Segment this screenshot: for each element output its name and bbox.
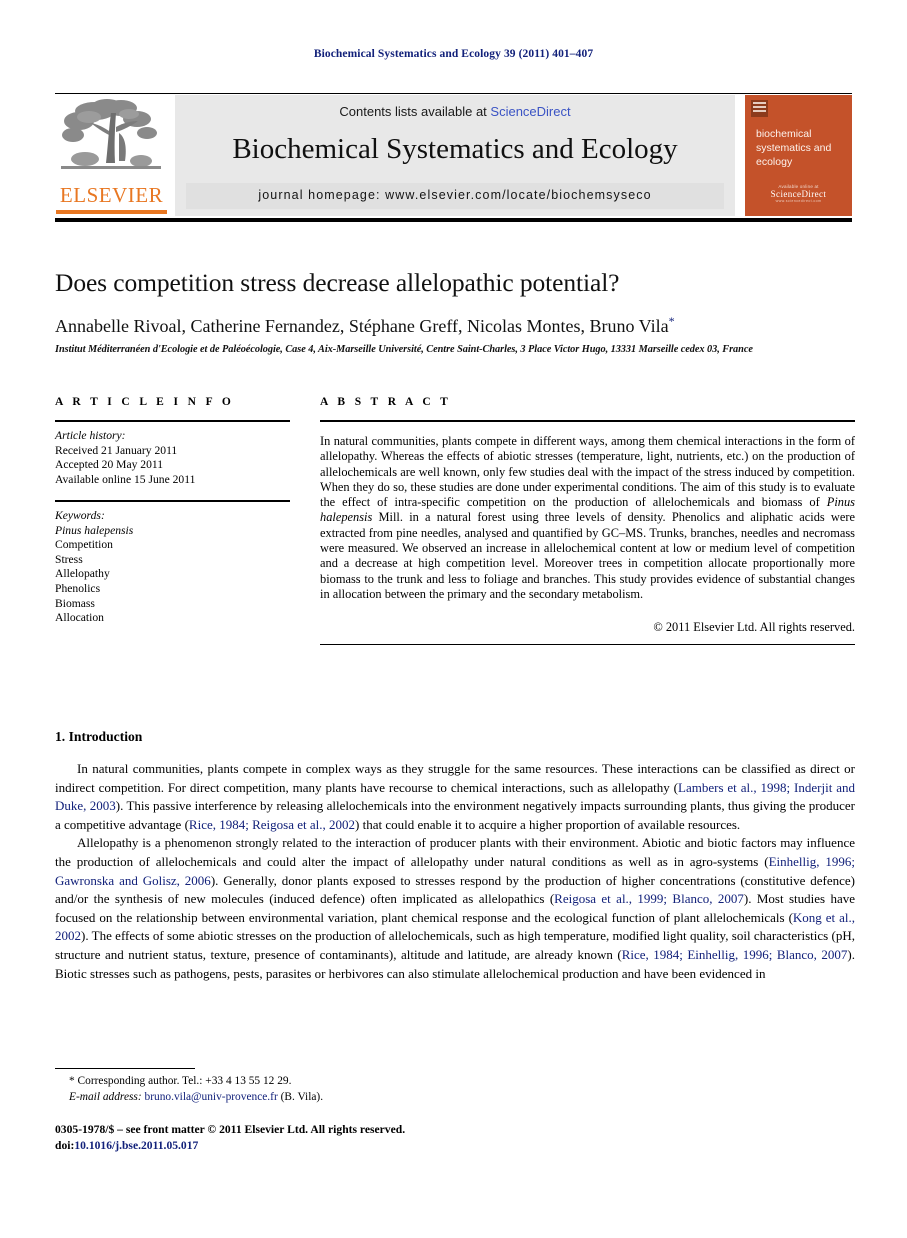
paragraph: In natural communities, plants compete i… — [55, 760, 855, 834]
abstract-part-2: Mill. in a natural forest using three le… — [320, 510, 855, 601]
introduction-body: In natural communities, plants compete i… — [55, 760, 855, 983]
abstract-bottom-rule — [320, 644, 855, 645]
article-info-heading: A R T I C L E I N F O — [55, 396, 235, 408]
email-link[interactable]: bruno.vila@univ-provence.fr — [145, 1091, 278, 1103]
contents-lists-line: Contents lists available at ScienceDirec… — [175, 104, 735, 119]
author-names: Annabelle Rivoal, Catherine Fernandez, S… — [55, 316, 669, 336]
masthead-bottom-rule — [55, 218, 852, 222]
cover-footer-sciencedirect: ScienceDirect — [770, 189, 827, 199]
para2-text-a: Allelopathy is a phenomenon strongly rel… — [55, 835, 855, 869]
corresponding-author-marker: * — [668, 314, 675, 328]
contents-prefix: Contents lists available at — [339, 104, 491, 119]
journal-masthead: ELSEVIER Contents lists available at Sci… — [55, 93, 852, 222]
info-abstract-block: A R T I C L E I N F O Article history: R… — [55, 396, 855, 686]
sciencedirect-link[interactable]: ScienceDirect — [490, 104, 570, 119]
keyword-item: Allelopathy — [55, 567, 110, 581]
abstract-rule — [320, 420, 855, 422]
para1-text-c: ) that could enable it to acquire a high… — [355, 816, 741, 832]
journal-band: Contents lists available at ScienceDirec… — [175, 95, 735, 216]
footnote-rule — [55, 1068, 195, 1069]
cover-footer-url: www.sciencedirect.com — [775, 199, 822, 203]
abstract-part-1: In natural communities, plants compete i… — [320, 434, 855, 510]
issn-front-matter: 0305-1978/$ – see front matter © 2011 El… — [55, 1123, 406, 1136]
doi-label: doi: — [55, 1138, 75, 1152]
keyword-item: Competition — [55, 538, 113, 552]
elsevier-tree-icon — [61, 99, 161, 169]
citation-link[interactable]: Rice, 1984; Einhellig, 1996; Blanco, 200… — [622, 947, 848, 962]
keywords-label: Keywords: — [55, 509, 105, 522]
email-note: E-mail address: bruno.vila@univ-provence… — [55, 1090, 475, 1106]
journal-cover-thumbnail: biochemical systematics and ecology Avai… — [745, 95, 852, 216]
keywords-rule — [55, 500, 290, 502]
article-history: Article history: Received 21 January 201… — [55, 429, 290, 487]
elsevier-logo: ELSEVIER — [55, 95, 168, 215]
masthead-top-rule — [55, 93, 852, 94]
history-accepted: Accepted 20 May 2011 — [55, 458, 164, 472]
elsevier-wordmark: ELSEVIER — [59, 183, 164, 207]
abstract-heading: A B S T R A C T — [320, 396, 452, 408]
abstract-body: In natural communities, plants compete i… — [320, 434, 855, 602]
keyword-item: Pinus halepensis — [55, 523, 134, 537]
elsevier-underbar — [56, 210, 167, 214]
doi-line: doi:10.1016/j.bse.2011.05.017 — [55, 1138, 555, 1154]
affiliation: Institut Méditerranéen d'Ecologie et de … — [55, 344, 753, 355]
footnote-block: * Corresponding author. Tel.: +33 4 13 5… — [55, 1074, 475, 1105]
corresponding-author-note: * Corresponding author. Tel.: +33 4 13 5… — [69, 1075, 292, 1087]
citation-link[interactable]: Reigosa et al., 1999; Blanco, 2007 — [554, 891, 744, 906]
imprint-block: 0305-1978/$ – see front matter © 2011 El… — [55, 1122, 555, 1153]
citation-link[interactable]: Rice, 1984; Reigosa et al., 2002 — [189, 817, 355, 832]
running-head: Biochemical Systematics and Ecology 39 (… — [313, 48, 594, 60]
keyword-item: Stress — [55, 552, 83, 566]
journal-homepage-link[interactable]: journal homepage: www.elsevier.com/locat… — [175, 188, 735, 202]
article-first-page: Biochemical Systematics and Ecology 39 (… — [0, 0, 907, 1238]
abstract-copyright: © 2011 Elsevier Ltd. All rights reserved… — [653, 620, 855, 634]
doi-link[interactable]: 10.1016/j.bse.2011.05.017 — [74, 1139, 198, 1152]
cover-elsevier-mini-logo-icon — [751, 100, 768, 117]
history-received: Received 21 January 2011 — [55, 443, 178, 457]
keyword-list: Keywords: Pinus halepensis Competition S… — [55, 509, 290, 626]
history-available: Available online 15 June 2011 — [55, 472, 196, 486]
journal-title: Biochemical Systematics and Ecology — [232, 133, 678, 165]
article-info-rule — [55, 420, 290, 422]
keyword-item: Biomass — [55, 596, 95, 610]
cover-journal-title: biochemical systematics and ecology — [756, 128, 832, 168]
keyword-item: Phenolics — [55, 581, 101, 595]
email-label: E-mail address: — [69, 1090, 142, 1103]
section-heading-introduction: 1. Introduction — [55, 729, 143, 744]
author-list: Annabelle Rivoal, Catherine Fernandez, S… — [55, 314, 855, 337]
paragraph: Allelopathy is a phenomenon strongly rel… — [55, 834, 855, 983]
keyword-item: Allocation — [55, 611, 104, 625]
email-owner: (B. Vila). — [280, 1090, 324, 1103]
article-history-label: Article history: — [55, 429, 126, 442]
cover-footer: Available online at ScienceDirect www.sc… — [745, 184, 852, 203]
article-title: Does competition stress decrease allelop… — [55, 268, 620, 297]
